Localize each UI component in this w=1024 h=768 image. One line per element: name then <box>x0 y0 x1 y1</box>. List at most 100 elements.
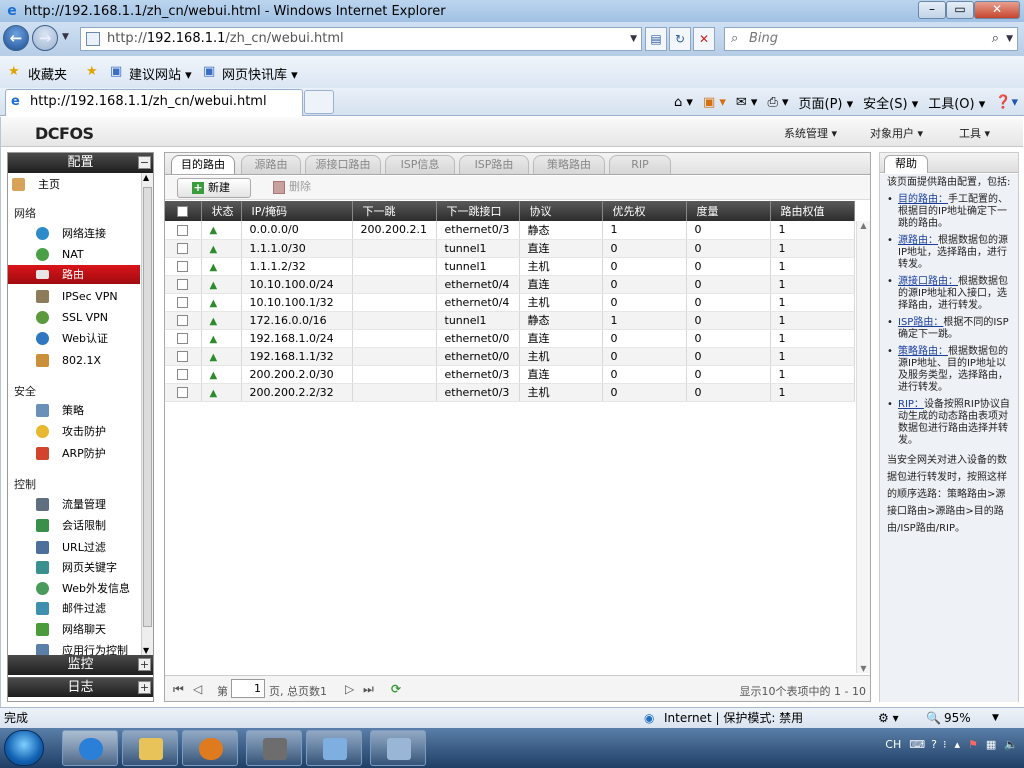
sidebar-scroll-thumb[interactable] <box>143 187 152 627</box>
help-item-link[interactable]: 源接口路由： <box>898 276 958 287</box>
select-all-checkbox-cell[interactable] <box>165 201 202 221</box>
row-checkbox[interactable] <box>177 279 189 290</box>
sidebar-item-session-limit[interactable]: 会话限制 <box>8 516 140 535</box>
help-item-link[interactable]: RIP： <box>898 399 924 410</box>
column-header-status[interactable]: 状态 <box>201 201 242 221</box>
last-page-icon[interactable]: ⏭ <box>363 682 374 697</box>
select-all-checkbox[interactable] <box>177 206 189 217</box>
tab-policy-route[interactable]: 策略路由 <box>533 155 605 174</box>
tab-destination-route[interactable]: 目的路由 <box>171 155 235 174</box>
table-row[interactable]: ▲ 200.200.2.2/32 ethernet0/3 主机 0 0 1 <box>165 383 855 402</box>
table-row[interactable]: ▲ 10.10.100.0/24 ethernet0/4 直连 0 0 1 <box>165 275 855 294</box>
help-item-link[interactable]: 目的路由： <box>898 194 948 205</box>
page-menu[interactable]: 页面(P) ▾ <box>799 93 854 112</box>
zoom-level[interactable]: 95% <box>944 708 971 728</box>
sidebar-config-header[interactable]: 配置 − <box>8 153 153 173</box>
sidebar-item-network-connection[interactable]: 网络连接 <box>8 224 140 243</box>
new-route-button[interactable]: + 新建 <box>177 178 251 198</box>
browser-tab-current[interactable]: e http://192.168.1.1/zh_cn/webui.html <box>5 89 303 116</box>
security-zone-text[interactable]: Internet | 保护模式: 禁用 <box>664 708 803 728</box>
keyboard-icon[interactable]: ⌨ <box>909 738 925 751</box>
row-checkbox[interactable] <box>177 261 189 272</box>
taskbar-app1-button[interactable] <box>246 730 302 766</box>
column-header-route-weight[interactable]: 路由权值 <box>770 201 855 221</box>
sidebar-item-8021x[interactable]: 802.1X <box>8 351 140 370</box>
page-number-input[interactable] <box>231 679 265 698</box>
zoom-dropdown-icon[interactable]: ▼ <box>992 708 999 728</box>
suggested-sites-link[interactable]: 建议网站 ▾ <box>129 64 192 83</box>
column-header-ip-mask[interactable]: IP/掩码 <box>241 201 353 221</box>
row-checkbox-cell[interactable] <box>165 257 202 276</box>
sidebar-item-policy[interactable]: 策略 <box>8 401 140 420</box>
add-favorite-icon[interactable]: ★ <box>86 64 98 79</box>
forward-button[interactable]: → <box>32 25 58 51</box>
sidebar-item-url-filter[interactable]: URL过滤 <box>8 538 140 557</box>
sidebar-scrollbar[interactable]: ▲ ▼ <box>141 173 153 655</box>
refresh-icon[interactable]: ⟳ <box>391 682 401 696</box>
sidebar-item-traffic-management[interactable]: 流量管理 <box>8 495 140 514</box>
row-checkbox-cell[interactable] <box>165 347 202 366</box>
row-checkbox-cell[interactable] <box>165 365 202 384</box>
taskbar-app2-button[interactable] <box>306 730 362 766</box>
row-checkbox[interactable] <box>177 351 189 362</box>
sidebar-item-web-outbound[interactable]: Web外发信息 <box>8 579 140 598</box>
close-window-button[interactable]: ✕ <box>974 1 1020 19</box>
sidebar-item-page-keyword[interactable]: 网页关键字 <box>8 558 140 577</box>
scroll-up-icon[interactable]: ▲ <box>143 173 149 182</box>
protected-mode-icon[interactable]: ⚙ ▾ <box>878 708 899 728</box>
web-slice-gallery-link[interactable]: 网页快讯库 ▾ <box>222 64 298 83</box>
favorites-button[interactable]: 收藏夹 <box>28 64 67 83</box>
table-row[interactable]: ▲ 172.16.0.0/16 tunnel1 静态 1 0 1 <box>165 311 855 330</box>
taskbar-explorer-button[interactable] <box>122 730 178 766</box>
language-indicator[interactable]: CH <box>885 738 901 751</box>
row-checkbox[interactable] <box>177 224 189 236</box>
help-item-link[interactable]: 策略路由： <box>898 346 948 357</box>
column-header-protocol[interactable]: 协议 <box>519 201 603 221</box>
sidebar-item-web-auth[interactable]: Web认证 <box>8 329 140 348</box>
tab-source-interface-route[interactable]: 源接口路由 <box>305 155 381 174</box>
tab-isp-info[interactable]: ISP信息 <box>385 155 455 174</box>
tab-rip[interactable]: RIP <box>609 155 671 174</box>
row-checkbox[interactable] <box>177 315 189 326</box>
table-row[interactable]: ▲ 192.168.1.1/32 ethernet0/0 主机 0 0 1 <box>165 347 855 366</box>
tab-source-route[interactable]: 源路由 <box>241 155 301 174</box>
scroll-down-icon[interactable]: ▼ <box>857 664 870 673</box>
minimize-button[interactable]: – <box>918 1 946 19</box>
taskbar-ie-button[interactable] <box>62 730 118 766</box>
start-button[interactable] <box>4 730 44 766</box>
help-item-link[interactable]: ISP路由： <box>898 317 943 328</box>
table-scrollbar[interactable]: ▲ ▼ <box>856 221 870 673</box>
expand-icon[interactable]: + <box>138 658 151 671</box>
refresh-icon[interactable]: ↻ <box>669 27 691 51</box>
row-checkbox-cell[interactable] <box>165 293 202 312</box>
back-button[interactable]: ← <box>3 25 29 51</box>
history-dropdown-icon[interactable]: ▼ <box>62 32 69 42</box>
table-row[interactable]: ▲ 10.10.100.1/32 ethernet0/4 主机 0 0 1 <box>165 293 855 312</box>
table-row[interactable]: ▲ 192.168.1.0/24 ethernet0/0 直连 0 0 1 <box>165 329 855 348</box>
row-checkbox-cell[interactable] <box>165 275 202 294</box>
row-checkbox-cell[interactable] <box>165 311 202 330</box>
sidebar-item-attack-defense[interactable]: 攻击防护 <box>8 422 140 441</box>
search-dropdown-icon[interactable]: ▼ <box>1006 28 1013 50</box>
tools-menu[interactable]: 工具(O) ▾ <box>928 93 985 112</box>
expand-icon[interactable]: + <box>138 681 151 694</box>
help-tab[interactable]: 帮助 <box>884 155 928 173</box>
sidebar-item-arp-defense[interactable]: ARP防护 <box>8 444 140 463</box>
sidebar-item-routing[interactable]: 路由 <box>8 265 140 284</box>
maximize-button[interactable]: ▭ <box>946 1 974 19</box>
sidebar-item-nat[interactable]: NAT <box>8 245 140 264</box>
collapse-icon[interactable]: − <box>138 156 151 169</box>
sidebar-item-home[interactable]: 主页 <box>8 175 140 194</box>
address-input[interactable]: http://192.168.1.1/zh_cn/webui.html ▼ <box>80 27 642 51</box>
column-header-priority[interactable]: 优先权 <box>602 201 687 221</box>
search-icon[interactable]: ⌕ <box>992 28 999 50</box>
compat-view-icon[interactable]: ▤ <box>645 27 667 51</box>
row-checkbox[interactable] <box>177 297 189 308</box>
help-tray-icon[interactable]: ? <box>931 738 937 751</box>
column-header-metric[interactable]: 度量 <box>686 201 771 221</box>
column-header-next-hop[interactable]: 下一跳 <box>352 201 437 221</box>
volume-icon[interactable]: 🔈 <box>1004 738 1018 751</box>
row-checkbox[interactable] <box>177 243 189 254</box>
table-row[interactable]: ▲ 1.1.1.2/32 tunnel1 主机 0 0 1 <box>165 257 855 276</box>
help-icon[interactable]: ❓▾ <box>995 95 1018 110</box>
